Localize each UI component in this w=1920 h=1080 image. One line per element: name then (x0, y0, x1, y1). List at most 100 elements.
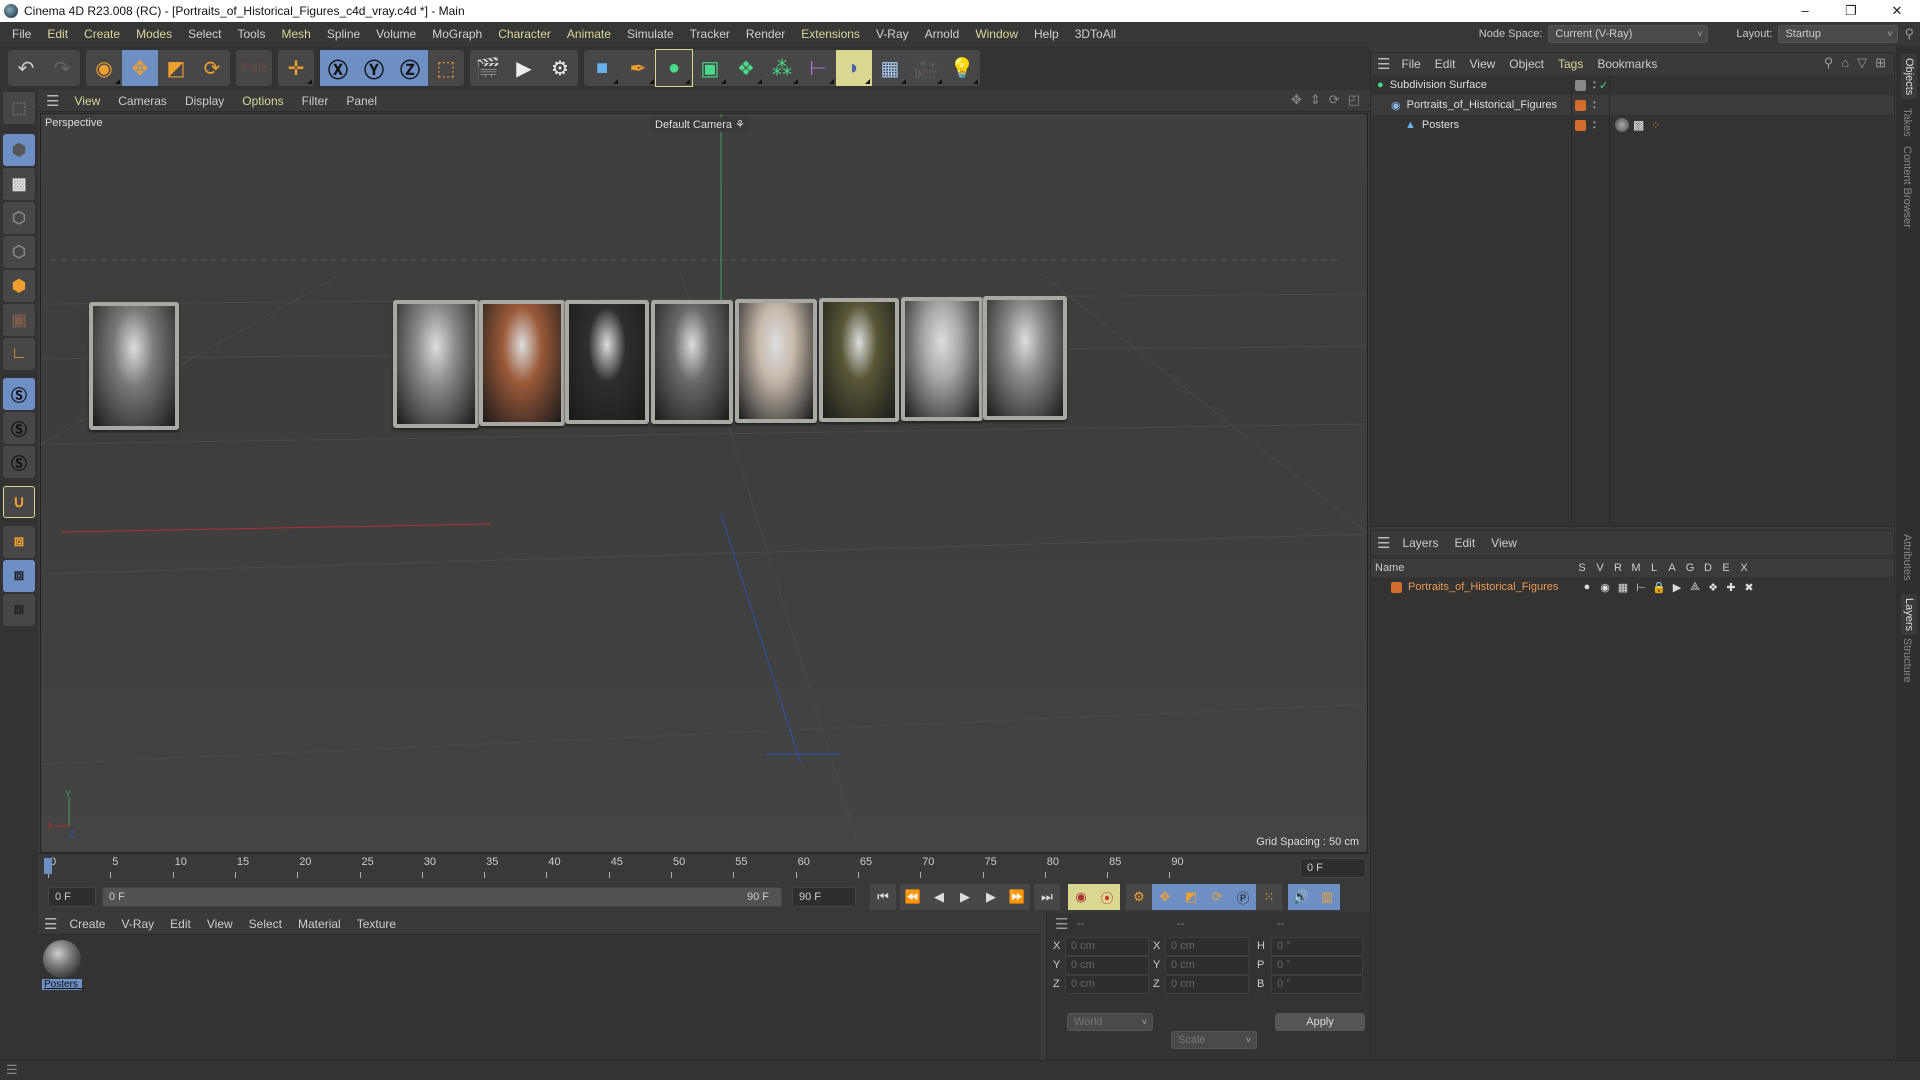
material-menu-texture[interactable]: Texture (349, 917, 404, 931)
material-swatch[interactable]: Posters_ (42, 939, 83, 995)
menu-extensions[interactable]: Extensions (793, 22, 868, 46)
edges-mode-icon[interactable]: ⬡ (3, 236, 35, 268)
material-menu-edit[interactable]: Edit (162, 917, 199, 931)
tab-structure[interactable]: Structure (1901, 638, 1913, 683)
poster-1[interactable] (89, 302, 179, 430)
object-row[interactable]: ▲ Posters • • ▩ ⁘ (1371, 115, 1894, 135)
camera-label[interactable]: Default Camera ⚘ (651, 117, 749, 132)
object-name[interactable]: Portraits_of_Historical_Figures (1407, 99, 1557, 111)
search-icon[interactable]: ⚲ (1824, 55, 1834, 71)
object-row[interactable]: ◉ Portraits_of_Historical_Figures • • (1371, 95, 1894, 115)
layer-name[interactable]: Portraits_of_Historical_Figures (1408, 581, 1578, 593)
axis-mode-icon[interactable]: ∟ (3, 338, 35, 370)
rotation-b-field[interactable]: 0 ° (1271, 975, 1363, 994)
node-space-dropdown[interactable]: Current (V-Ray) ˅ (1548, 25, 1709, 43)
render-view-icon[interactable]: 🎬 (470, 50, 506, 86)
menu-arnold[interactable]: Arnold (917, 22, 968, 46)
layer-column-l[interactable]: L (1645, 562, 1663, 574)
playhead[interactable] (44, 858, 52, 874)
menu-file[interactable]: File (4, 22, 39, 46)
close-button[interactable]: ✕ (1874, 0, 1920, 22)
record-keys-icon[interactable]: ◉ (1068, 884, 1094, 910)
viewport-menu-cameras[interactable]: Cameras (109, 94, 176, 108)
layer-column-v[interactable]: V (1591, 562, 1609, 574)
select-arrow-icon[interactable]: ◉ (86, 50, 122, 86)
coord-mode-dropdown[interactable]: Scale ˅ (1171, 1031, 1257, 1049)
y-axis-icon[interactable]: Ⓨ (356, 50, 392, 86)
viewport-menu-options[interactable]: Options (233, 94, 292, 108)
visibility-dots[interactable]: • • (1593, 79, 1596, 92)
tab-content-browser[interactable]: Content Browser (1901, 146, 1913, 228)
viewport-menu-filter[interactable]: Filter (293, 94, 338, 108)
scale-icon[interactable]: ◩ (158, 50, 194, 86)
layer-column-m[interactable]: M (1627, 562, 1645, 574)
make-editable-icon[interactable]: ⬚ (3, 92, 35, 124)
menu-window[interactable]: Window (967, 22, 1026, 46)
poster-7[interactable] (819, 298, 899, 422)
current-time-field[interactable]: 0 F (1300, 858, 1366, 878)
go-to-end-icon[interactable]: ⏭ (1034, 884, 1060, 910)
generators-icon[interactable]: ⟁ (1686, 581, 1704, 594)
layer-menu-layers[interactable]: Layers (1394, 536, 1446, 550)
rotate-icon[interactable]: ⟳ (194, 50, 230, 86)
deformers-icon[interactable]: ❖ (1704, 581, 1722, 594)
object-menu-bookmarks[interactable]: Bookmarks (1590, 57, 1664, 71)
status-menu-icon[interactable]: ☰ (6, 1062, 18, 1078)
size-x-field[interactable]: 0 cm (1165, 937, 1249, 956)
poster-9[interactable] (983, 296, 1067, 420)
menu-tools[interactable]: Tools (229, 22, 273, 46)
material-menu-v-ray[interactable]: V-Ray (113, 917, 162, 931)
light-icon[interactable]: 💡 (944, 50, 980, 86)
menu-animate[interactable]: Animate (559, 22, 619, 46)
floor-icon[interactable]: ▦ (872, 50, 908, 86)
viewport-menu-display[interactable]: Display (176, 94, 233, 108)
layer-swatch[interactable] (1575, 99, 1586, 111)
polygons-mode-icon[interactable]: ⬢ (3, 270, 35, 302)
tab-takes[interactable]: Takes (1901, 108, 1913, 137)
snap-settings-icon[interactable]: Ⓢ (3, 412, 35, 444)
previous-frame-icon[interactable]: ◀ (926, 884, 952, 910)
add-move-icon[interactable]: ✛ (278, 50, 314, 86)
cloner-icon[interactable]: ❖ (728, 50, 764, 86)
render-picture-viewer-icon[interactable]: ▶ (506, 50, 542, 86)
vray-tag-icon[interactable]: ⁘ (1651, 119, 1660, 132)
visible-render-icon[interactable]: ▦ (1614, 581, 1632, 594)
manager-icon[interactable]: ⊢ (1632, 581, 1650, 594)
visibility-dots[interactable]: • • (1593, 99, 1596, 112)
restore-button[interactable]: ❐ (1828, 0, 1874, 22)
camera-icon[interactable]: 🎥 (908, 50, 944, 86)
viewport-perspective[interactable]: Perspective Default Camera ⚘ Grid Spacin… (40, 113, 1368, 853)
object-menu-file[interactable]: File (1394, 57, 1427, 71)
range-slider[interactable]: 0 F 90 F (102, 887, 782, 907)
solo-icon[interactable]: ● (1578, 581, 1596, 593)
sound-icon[interactable]: 🔊 (1288, 884, 1314, 910)
menu-help[interactable]: Help (1026, 22, 1067, 46)
lock-icon[interactable]: 🔒 (1650, 581, 1668, 594)
menu-simulate[interactable]: Simulate (619, 22, 682, 46)
keyframe-selection-icon[interactable]: ⚙ (1126, 884, 1152, 910)
viewport-menu-panel[interactable]: Panel (337, 94, 386, 108)
redo-icon[interactable]: ↷ (44, 50, 80, 86)
x-axis-icon[interactable]: Ⓧ (320, 50, 356, 86)
pen-icon[interactable]: ✒ (620, 50, 656, 86)
menu-select[interactable]: Select (180, 22, 229, 46)
menu-mograph[interactable]: MoGraph (424, 22, 490, 46)
object-menu-tags[interactable]: Tags (1551, 57, 1590, 71)
key-parameter-icon[interactable]: Ⓟ (1230, 884, 1256, 910)
magnet-icon[interactable]: ∪ (3, 486, 35, 518)
xref-icon[interactable]: ✖ (1740, 581, 1758, 594)
position-x-field[interactable]: 0 cm (1065, 937, 1149, 956)
filter-icon[interactable]: ▽ (1857, 55, 1867, 71)
coordinate-system-icon[interactable]: ⬚ (428, 50, 464, 86)
extrude-icon[interactable]: ▣ (692, 50, 728, 86)
layer-color-swatch[interactable] (1391, 581, 1402, 593)
size-z-field[interactable]: 0 cm (1165, 975, 1249, 994)
current-frame-field[interactable]: 0 F (48, 887, 96, 907)
timeline-icon[interactable]: ▥ (1314, 884, 1340, 910)
deformer-icon[interactable]: ◗ (836, 50, 872, 86)
layer-column-x[interactable]: X (1735, 562, 1753, 574)
object-menu-object[interactable]: Object (1502, 57, 1551, 71)
menu-create[interactable]: Create (76, 22, 128, 46)
menu-edit[interactable]: Edit (39, 22, 76, 46)
minimize-button[interactable]: – (1782, 0, 1828, 22)
